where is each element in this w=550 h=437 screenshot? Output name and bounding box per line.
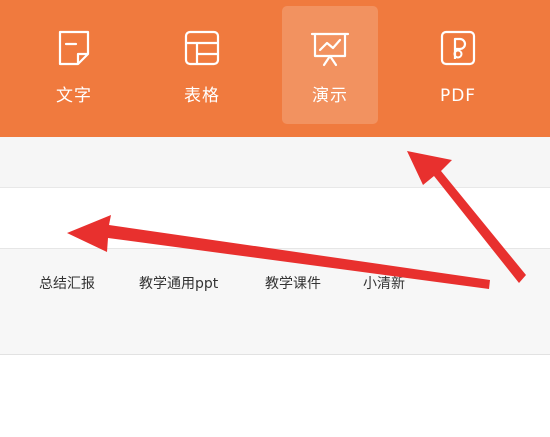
- tab-presentation-label: 演示: [312, 86, 348, 106]
- tag-summary-report[interactable]: 总结汇报: [39, 273, 95, 293]
- tab-table-label: 表格: [184, 86, 220, 106]
- document-icon: [58, 30, 90, 66]
- toolbar-strip: [0, 137, 550, 188]
- tag-teaching-general-ppt[interactable]: 教学通用ppt: [139, 273, 218, 293]
- tag-teaching-courseware[interactable]: 教学课件: [265, 273, 321, 293]
- tab-text-label: 文字: [56, 86, 92, 106]
- tab-presentation[interactable]: 演示: [282, 6, 378, 124]
- tab-pdf-label: PDF: [439, 86, 477, 106]
- tag-fresh-style[interactable]: 小清新: [363, 273, 405, 293]
- tab-table[interactable]: 表格: [154, 6, 250, 124]
- tab-text[interactable]: 文字: [26, 6, 122, 124]
- search-area: [0, 188, 550, 249]
- pdf-icon: [440, 30, 476, 66]
- presentation-icon: [310, 32, 350, 67]
- app-type-tabbar: 文字 表格 演示 PDF: [0, 0, 550, 137]
- tab-pdf[interactable]: PDF: [410, 6, 506, 124]
- table-icon: [184, 30, 220, 66]
- template-tag-list: 总结汇报 教学通用ppt 教学课件 小清新: [0, 249, 550, 355]
